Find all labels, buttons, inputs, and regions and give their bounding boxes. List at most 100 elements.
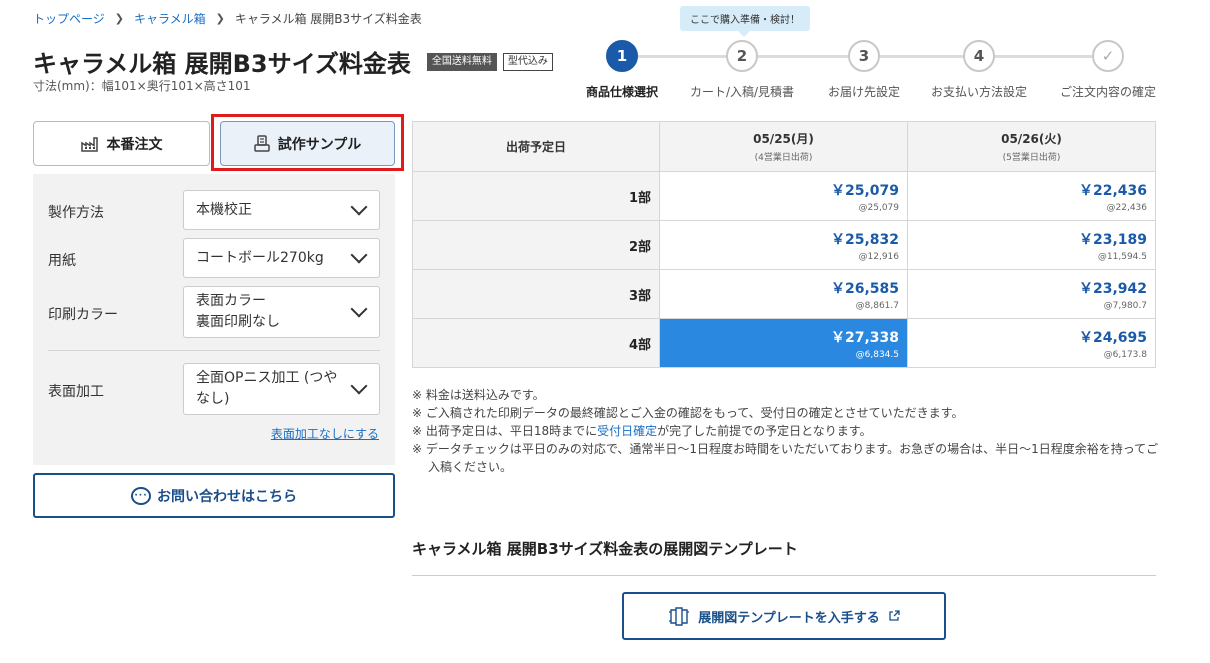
total-price: ￥23,942 xyxy=(1078,280,1147,297)
step-label: ご注文内容の確定 xyxy=(1059,85,1156,99)
unit-price: @8,861.7 xyxy=(855,300,899,311)
price-cell[interactable]: ￥25,079 @25,079 xyxy=(659,171,908,221)
quantity-cell: 1部 xyxy=(412,171,660,221)
factory-icon xyxy=(80,136,98,152)
selection-highlight xyxy=(211,114,404,171)
breadcrumb-current: キャラメル箱 展開B3サイズ料金表 xyxy=(234,12,422,26)
template-unfold-icon xyxy=(669,607,690,626)
total-price: ￥27,338 xyxy=(830,329,899,346)
divider xyxy=(412,575,1156,576)
price-cell[interactable]: ￥22,436 @22,436 xyxy=(907,171,1156,221)
table-row: 4部 ￥27,338 @6,834.5 ￥24,695 @6,173.8 xyxy=(412,318,1156,368)
step-1: 1 商品仕様選択 xyxy=(557,40,687,100)
notes-list: ※ 料金は送料込みです。 ※ ご入稿された印刷データの最終確認とご入金の確認をも… xyxy=(412,386,1162,476)
chevron-right-icon: ❯ xyxy=(215,12,225,25)
external-link-icon xyxy=(889,610,900,621)
template-section-title: キャラメル箱 展開B3サイズ料金表の展開図テンプレート xyxy=(412,540,798,558)
step-label: お届け先設定 xyxy=(827,85,900,99)
get-template-button[interactable]: 展開図テンプレートを入手する xyxy=(622,592,946,640)
select-value: コートボール270kg xyxy=(196,249,324,266)
price-cell[interactable]: ￥23,189 @11,594.5 xyxy=(907,220,1156,270)
unit-price: @7,980.7 xyxy=(1103,300,1147,311)
breadcrumb-link-caramel-box[interactable]: キャラメル箱 xyxy=(134,10,206,27)
total-price: ￥25,079 xyxy=(830,182,899,199)
select-value: 本機校正 xyxy=(196,201,252,218)
note-text: ※ 出荷予定日は、平日18時までに xyxy=(412,424,598,438)
quantity-cell: 4部 xyxy=(412,318,660,368)
note-item: ※ ご入稿された印刷データの最終確認とご入金の確認をもって、受付日の確定とさせて… xyxy=(412,406,964,420)
total-price: ￥22,436 xyxy=(1078,182,1147,199)
acceptance-date-link[interactable]: 受付日確定 xyxy=(597,424,657,438)
total-price: ￥23,189 xyxy=(1078,231,1147,248)
table-header-row: 出荷予定日 05/25(月) (4営業日出荷) 05/26(火) (5営業日出荷… xyxy=(412,121,1156,172)
step-number: 2 xyxy=(726,40,758,72)
price-cell[interactable]: ￥26,585 @8,861.7 xyxy=(659,269,908,319)
unit-price: @12,916 xyxy=(858,251,900,262)
quantity-cell: 2部 xyxy=(412,220,660,270)
note-item: ※ 出荷予定日は、平日18時までに受付日確定が完了した前提での予定日となります。 xyxy=(412,422,1162,440)
select-value: 表面カラー 裏面印刷なし xyxy=(196,293,280,330)
price-cell[interactable]: ￥23,942 @7,980.7 xyxy=(907,269,1156,319)
contact-button-label: お問い合わせはこちら xyxy=(157,488,297,505)
check-icon: ✓ xyxy=(1092,40,1124,72)
no-coating-link[interactable]: 表面加工なしにする xyxy=(271,425,379,442)
total-price: ￥25,832 xyxy=(830,231,899,248)
price-table: 出荷予定日 05/25(月) (4営業日出荷) 05/26(火) (5営業日出荷… xyxy=(412,121,1156,368)
options-panel: 製作方法 本機校正 用紙 コートボール270kg 印刷カラー 表面カラー 裏面印… xyxy=(33,174,395,465)
step-number: 1 xyxy=(606,40,638,72)
print-color-select[interactable]: 表面カラー 裏面印刷なし xyxy=(183,286,380,338)
select-value: 全面OPニス加工 (つやなし) xyxy=(196,370,338,407)
table-row: 1部 ￥25,079 @25,079 ￥22,436 @22,436 xyxy=(412,171,1156,221)
price-cell[interactable]: ￥24,695 @6,173.8 xyxy=(907,318,1156,368)
chevron-down-icon xyxy=(350,198,368,216)
breadcrumb-link-top[interactable]: トップページ xyxy=(33,10,105,27)
date-column-header: 05/25(月) (4営業日出荷) xyxy=(659,121,908,172)
page: トップページ ❯ キャラメル箱 ❯ キャラメル箱 展開B3サイズ料金表 キャラメ… xyxy=(0,0,1210,663)
table-row: 3部 ￥26,585 @8,861.7 ￥23,942 @7,980.7 xyxy=(412,269,1156,319)
contact-button[interactable]: ··· お問い合わせはこちら xyxy=(33,473,395,518)
column-sub: (4営業日出荷) xyxy=(754,153,813,163)
unit-price: @6,173.8 xyxy=(1103,349,1147,360)
column-sub: (5営業日出荷) xyxy=(1002,153,1061,163)
price-cell-selected[interactable]: ￥27,338 @6,834.5 xyxy=(659,318,908,368)
unit-price: @22,436 xyxy=(1106,202,1148,213)
note-text: が完了した前提での予定日となります。 xyxy=(657,424,872,438)
dimensions-text: 寸法(mm)：幅101×奥行101×高さ101 xyxy=(33,79,251,93)
option-label-paper: 用紙 xyxy=(48,253,76,269)
chevron-right-icon: ❯ xyxy=(114,12,124,25)
die-cost-included-badge: 型代込み xyxy=(502,52,553,71)
chat-bubble-icon: ··· xyxy=(131,486,151,505)
step-label: 商品仕様選択 xyxy=(585,85,658,99)
step-number: 4 xyxy=(963,40,995,72)
total-price: ￥24,695 xyxy=(1078,329,1147,346)
step-5: ✓ ご注文内容の確定 xyxy=(1043,40,1173,100)
breadcrumb: トップページ ❯ キャラメル箱 ❯ キャラメル箱 展開B3サイズ料金表 xyxy=(33,10,422,27)
chevron-down-icon xyxy=(350,377,368,395)
divider xyxy=(48,350,380,351)
price-cell[interactable]: ￥25,832 @12,916 xyxy=(659,220,908,270)
unit-price: @11,594.5 xyxy=(1097,251,1147,262)
tab-production-order[interactable]: 本番注文 xyxy=(33,121,210,166)
option-label-surface: 表面加工 xyxy=(48,384,104,400)
chevron-down-icon xyxy=(350,300,368,318)
step-3: 3 お届け先設定 xyxy=(799,40,929,100)
table-row: 2部 ￥25,832 @12,916 ￥23,189 @11,594.5 xyxy=(412,220,1156,270)
total-price: ￥26,585 xyxy=(830,280,899,297)
page-title: キャラメル箱 展開B3サイズ料金表 xyxy=(33,50,411,78)
step-indicator: ここで購入準備・検討！ 1 商品仕様選択 2 カート/入稿/見積書 3 お届け先… xyxy=(580,0,1170,100)
step-number: 3 xyxy=(848,40,880,72)
step-4: 4 お支払い方法設定 xyxy=(914,40,1044,100)
title-row: キャラメル箱 展開B3サイズ料金表 全国送料無料 型代込み xyxy=(33,44,553,79)
ship-date-header: 出荷予定日 xyxy=(412,121,660,172)
step-tooltip: ここで購入準備・検討！ xyxy=(680,6,810,37)
method-select[interactable]: 本機校正 xyxy=(183,190,380,230)
step-2: 2 カート/入稿/見積書 xyxy=(677,40,807,100)
step-label: お支払い方法設定 xyxy=(930,85,1027,99)
surface-finish-select[interactable]: 全面OPニス加工 (つやなし) xyxy=(183,363,380,415)
unit-price: @25,079 xyxy=(858,202,900,213)
date-column-header: 05/26(火) (5営業日出荷) xyxy=(907,121,1156,172)
step-label: カート/入稿/見積書 xyxy=(689,85,795,99)
get-template-label: 展開図テンプレートを入手する xyxy=(698,610,880,626)
paper-select[interactable]: コートボール270kg xyxy=(183,238,380,278)
quantity-cell: 3部 xyxy=(412,269,660,319)
